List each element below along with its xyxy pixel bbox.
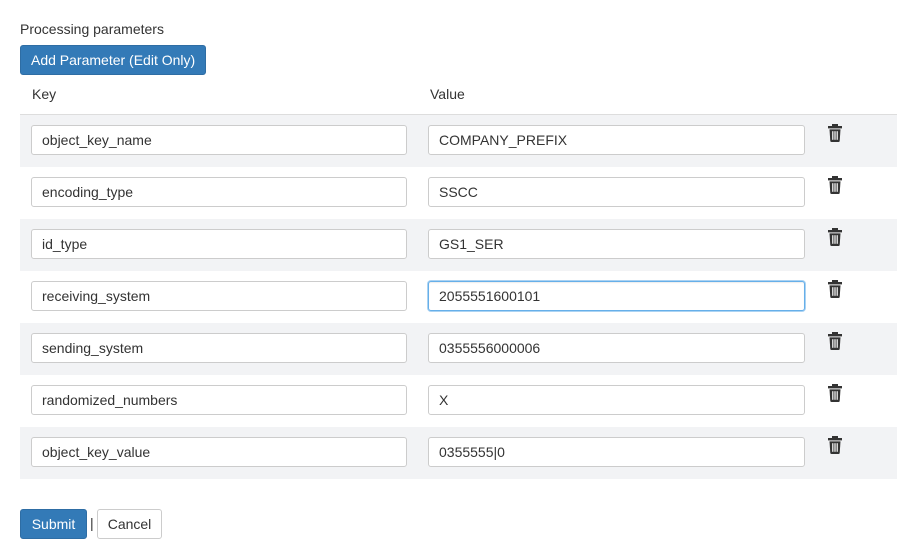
value-column-header: Value (430, 86, 465, 102)
parameter-value-input[interactable] (428, 281, 805, 311)
parameter-row (20, 375, 897, 427)
parameter-key-input[interactable] (31, 333, 407, 363)
parameter-key-input[interactable] (31, 229, 407, 259)
add-parameter-button[interactable]: Add Parameter (Edit Only) (20, 45, 207, 75)
parameter-key-input[interactable] (31, 385, 407, 415)
parameter-row (20, 167, 897, 219)
trash-icon[interactable] (827, 332, 843, 350)
parameter-value-input[interactable] (428, 229, 805, 259)
parameter-row (20, 323, 897, 375)
trash-icon[interactable] (827, 436, 843, 454)
trash-icon[interactable] (827, 176, 843, 194)
parameter-row (20, 427, 897, 479)
parameter-value-input[interactable] (428, 125, 805, 155)
parameter-value-input[interactable] (428, 385, 805, 415)
trash-icon[interactable] (827, 280, 843, 298)
section-label: Processing parameters (20, 21, 164, 37)
parameter-value-input[interactable] (428, 333, 805, 363)
parameter-key-input[interactable] (31, 177, 407, 207)
cancel-button[interactable]: Cancel (97, 509, 162, 539)
parameter-row (20, 271, 897, 323)
key-column-header: Key (32, 86, 57, 102)
parameter-key-input[interactable] (31, 437, 407, 467)
parameter-row (20, 115, 897, 167)
submit-button[interactable]: Submit (20, 509, 87, 539)
parameter-row (20, 219, 897, 271)
button-separator: | (90, 515, 94, 531)
trash-icon[interactable] (827, 124, 843, 142)
parameter-key-input[interactable] (31, 125, 407, 155)
trash-icon[interactable] (827, 384, 843, 402)
parameter-value-input[interactable] (428, 177, 805, 207)
parameter-key-input[interactable] (31, 281, 407, 311)
parameter-value-input[interactable] (428, 437, 805, 467)
trash-icon[interactable] (827, 228, 843, 246)
